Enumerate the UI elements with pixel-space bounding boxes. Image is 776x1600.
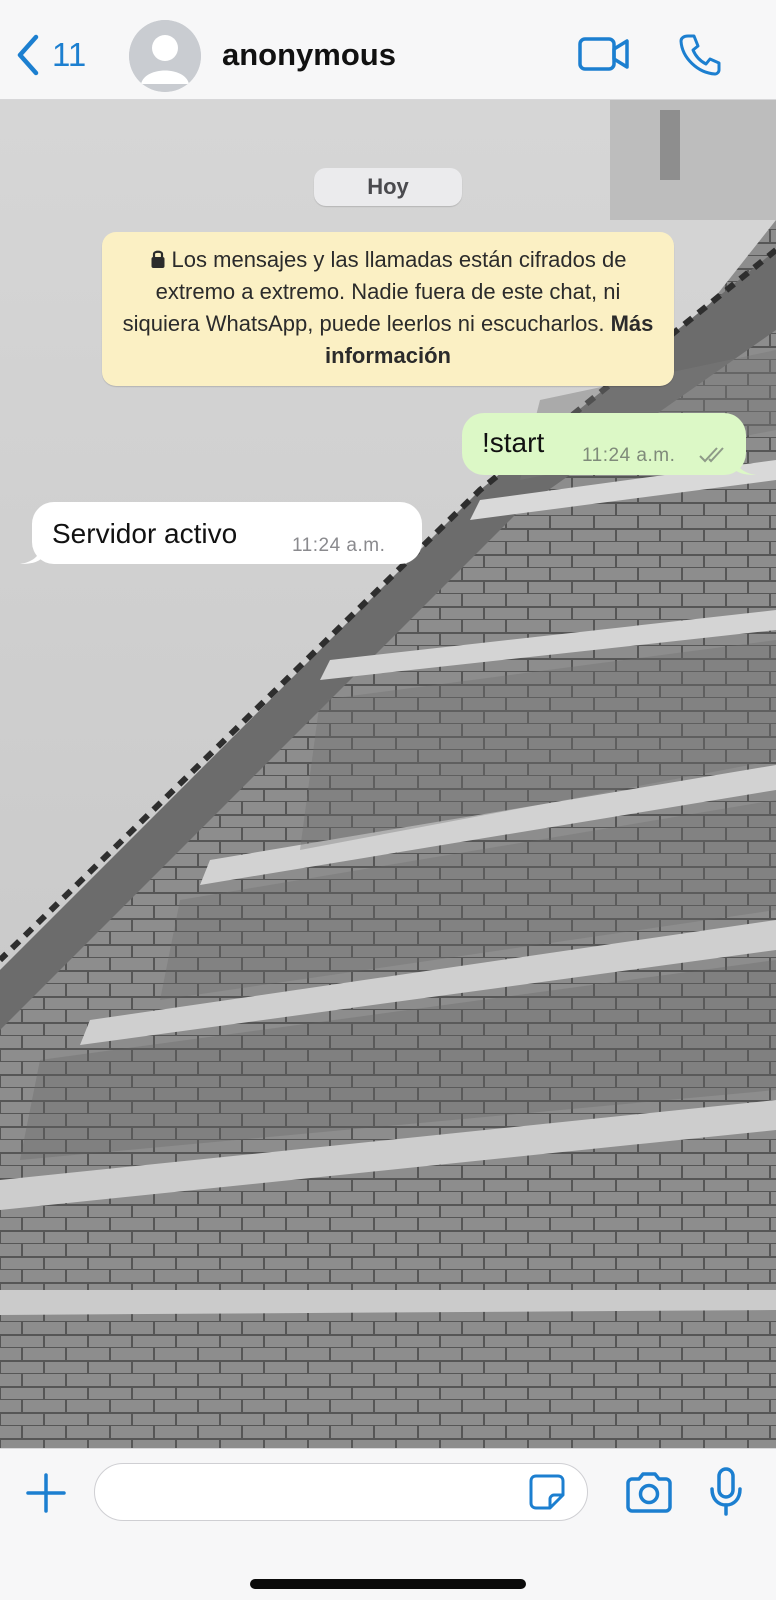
bubble-tail [734, 453, 756, 475]
chat-area[interactable]: Hoy Los mensajes y las llamadas están ci… [0, 100, 776, 1448]
date-separator: Hoy [314, 168, 462, 206]
phone-icon[interactable] [678, 32, 722, 76]
message-time: 11:24 a.m. [292, 535, 386, 556]
message-text: !start [482, 427, 545, 458]
message-time: 11:24 a.m. [582, 445, 676, 466]
chevron-left-icon [17, 34, 39, 76]
sticker-icon[interactable] [528, 1473, 566, 1511]
chat-header: 11 anonymous [0, 0, 776, 100]
double-check-icon [699, 447, 724, 463]
home-indicator[interactable] [250, 1579, 526, 1589]
unread-count: 11 [52, 36, 87, 73]
video-camera-icon[interactable] [578, 36, 630, 72]
composer-bar [0, 1448, 776, 1600]
avatar[interactable] [129, 20, 201, 92]
back-button[interactable]: 11 [14, 30, 86, 80]
message-text: Servidor activo [52, 518, 238, 549]
plus-icon[interactable] [24, 1471, 68, 1515]
message-input[interactable] [94, 1463, 588, 1521]
message-outgoing[interactable]: !start 11:24 a.m. [462, 413, 756, 475]
contact-name[interactable]: anonymous [222, 37, 396, 73]
default-avatar-icon [129, 20, 201, 92]
encryption-notice[interactable]: Los mensajes y las llamadas están cifrad… [102, 232, 674, 386]
lock-icon [151, 250, 165, 268]
camera-icon[interactable] [624, 1471, 674, 1513]
encryption-notice-text: Los mensajes y las llamadas están cifrad… [122, 247, 627, 336]
microphone-icon[interactable] [708, 1467, 744, 1517]
bubble-tail [20, 542, 42, 564]
message-incoming[interactable]: Servidor activo 11:24 a.m. [20, 502, 422, 564]
